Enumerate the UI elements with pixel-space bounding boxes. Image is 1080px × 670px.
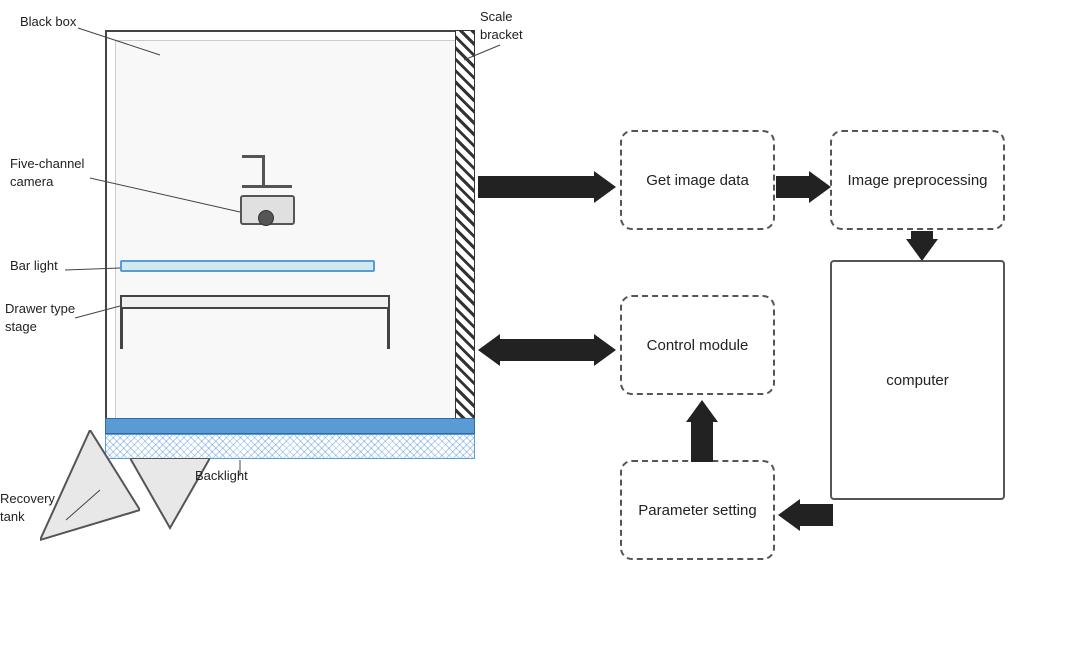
camera-arm (242, 185, 292, 188)
black-box-label: Black box (20, 14, 76, 29)
camera-lens (258, 210, 274, 226)
scale-bracket-label: Scale bracket (480, 8, 523, 44)
blue-strip (105, 418, 475, 434)
five-channel-camera-label: Five-channel camera (10, 155, 84, 191)
image-preprocessing-box: Image preprocessing (830, 130, 1005, 230)
recovery-tank-triangle (40, 430, 140, 555)
parameter-setting-box: Parameter setting (620, 460, 775, 560)
arrow-machine-control-double (478, 334, 616, 366)
recovery-tank-label: Recovery tank (0, 490, 55, 526)
arrow-machine-to-getimage (478, 171, 616, 203)
parameter-setting-label: Parameter setting (638, 502, 756, 519)
stage-shelf (120, 295, 390, 309)
arrow-getimage-to-preprocess (776, 171, 831, 203)
bar-light-label: Bar light (10, 258, 58, 273)
inner-frame (115, 40, 465, 420)
arrow-preprocess-to-computer (906, 231, 938, 261)
control-module-label: Control module (647, 337, 749, 354)
computer-box: computer (830, 260, 1005, 500)
arrow-param-to-control (686, 400, 718, 462)
camera-top-bar (242, 155, 265, 158)
computer-label: computer (886, 372, 949, 389)
control-module-box: Control module (620, 295, 775, 395)
bar-light (120, 260, 375, 272)
backlight-panel (105, 434, 475, 459)
get-image-data-label: Get image data (646, 172, 749, 189)
scale-bracket-bar (455, 30, 475, 425)
backlight-label: Backlight (195, 468, 248, 483)
image-preprocessing-label: Image preprocessing (847, 172, 987, 189)
stage-leg-right (387, 309, 390, 349)
drawer-type-stage-label: Drawer type stage (5, 300, 75, 336)
stage-leg-left (120, 309, 123, 349)
get-image-data-box: Get image data (620, 130, 775, 230)
arrow-computer-to-param (778, 499, 833, 531)
camera-pole (262, 155, 265, 188)
